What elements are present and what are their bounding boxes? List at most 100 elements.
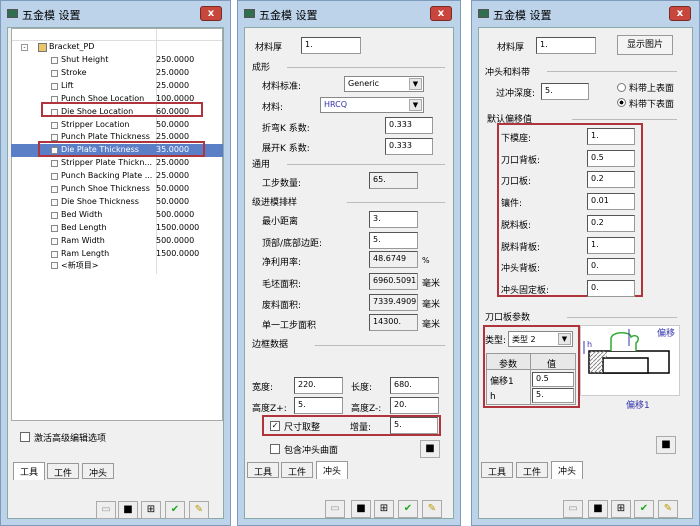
- save-button[interactable]: ■: [588, 500, 608, 518]
- height-zplus-input[interactable]: 5.: [294, 397, 343, 414]
- tab-tool[interactable]: 工具: [13, 462, 46, 480]
- tab-punch[interactable]: 冲头: [551, 461, 584, 479]
- divider: [315, 345, 445, 346]
- settings-button[interactable]: ⊞: [611, 500, 631, 518]
- overpunch-input[interactable]: 5.: [541, 83, 589, 100]
- tree-row[interactable]: Ram Width 500.0000: [11, 235, 223, 248]
- offset-input[interactable]: 1.: [587, 236, 635, 254]
- param-value: 25.0000: [156, 171, 190, 181]
- new-item-row[interactable]: <新项目>: [11, 259, 223, 272]
- divider: [347, 202, 445, 203]
- param-value: 500.0000: [156, 209, 195, 219]
- unfold-k-input[interactable]: 0.333: [385, 138, 433, 155]
- material-select[interactable]: HRCQ ▼: [320, 97, 424, 113]
- save-button[interactable]: ■: [118, 501, 138, 519]
- increment-input[interactable]: 5.: [390, 417, 438, 434]
- settings-button[interactable]: ⊞: [141, 501, 161, 519]
- tree-row[interactable]: Stripper Location 50.0000: [11, 119, 223, 132]
- cancel-button[interactable]: ✎: [189, 501, 209, 519]
- tree-row[interactable]: Bed Length 1500.0000: [11, 222, 223, 235]
- unit-label: 毫米: [422, 300, 441, 310]
- show-image-button[interactable]: 显示图片: [617, 35, 673, 55]
- offset-input[interactable]: 0.5: [587, 149, 635, 167]
- length-input[interactable]: 680.: [390, 377, 439, 394]
- save-button[interactable]: ■: [351, 500, 371, 518]
- offset-input[interactable]: 0.01: [587, 193, 635, 211]
- settings-button[interactable]: ⊞: [374, 500, 394, 518]
- tree-row[interactable]: Die Shoe Thickness 50.0000: [11, 196, 223, 209]
- die-params-section: 刀口板参数: [485, 313, 531, 323]
- cancel-button[interactable]: ✎: [658, 500, 678, 518]
- tab-workpiece[interactable]: 工件: [47, 463, 80, 479]
- min-distance-input[interactable]: 3.: [369, 211, 418, 228]
- tree-row[interactable]: Shut Height 250.0000: [11, 54, 223, 67]
- tab-workpiece[interactable]: 工件: [281, 462, 314, 478]
- offset-input[interactable]: 0.2: [587, 171, 635, 189]
- tree-row[interactable]: Punch Shoe Thickness 50.0000: [11, 183, 223, 196]
- ok-button[interactable]: ✔: [398, 500, 418, 518]
- close-button[interactable]: x: [200, 6, 222, 21]
- open-button[interactable]: ▭: [96, 501, 116, 519]
- width-input[interactable]: 220.: [294, 377, 343, 394]
- column-header-param: 参数: [499, 360, 518, 370]
- save-settings-button[interactable]: ■: [420, 440, 440, 458]
- strip-bottom-radio[interactable]: [617, 98, 626, 107]
- material-value: HRCQ: [324, 100, 348, 109]
- material-std-label: 材料标准:: [262, 82, 302, 92]
- height-zminus-label: 高度Z-:: [351, 404, 382, 414]
- parameter-icon: [51, 198, 58, 206]
- strip-top-radio[interactable]: [617, 83, 626, 92]
- thickness-input[interactable]: 1.: [536, 37, 596, 54]
- tree-row[interactable]: Lift 25.0000: [11, 80, 223, 93]
- advanced-edit-label: 激活高级编辑选项: [34, 434, 107, 444]
- window-title: 五金模 设置: [493, 9, 552, 22]
- tab-workpiece[interactable]: 工件: [516, 462, 549, 478]
- material-std-select[interactable]: Generic ▼: [344, 76, 424, 92]
- step-area-value: 14300.: [369, 314, 418, 331]
- tree-row[interactable]: Stroke 25.0000: [11, 67, 223, 80]
- include-punch-surface-label: 包含冲头曲面: [284, 446, 339, 456]
- param-name: Shut Height: [61, 55, 109, 64]
- tree-row[interactable]: Bed Width 500.0000: [11, 209, 223, 222]
- ok-button[interactable]: ✔: [634, 500, 654, 518]
- die-diagram: h 偏移: [580, 325, 680, 396]
- divider: [567, 317, 677, 318]
- param-value-input[interactable]: 5.: [532, 388, 574, 403]
- column-header-value: 值: [547, 360, 557, 370]
- param-value-input[interactable]: 0.5: [532, 372, 574, 387]
- include-punch-surface-checkbox[interactable]: [270, 444, 280, 454]
- open-button[interactable]: ▭: [325, 500, 345, 518]
- tab-tool[interactable]: 工具: [247, 462, 280, 478]
- offset-input[interactable]: 0.: [587, 258, 635, 276]
- tree-root[interactable]: - Bracket_PD: [11, 41, 223, 54]
- offset-label: 冲头固定板:: [501, 285, 550, 296]
- bend-k-input[interactable]: 0.333: [385, 117, 433, 134]
- collapse-icon[interactable]: -: [21, 44, 28, 51]
- margin-input[interactable]: 5.: [369, 232, 418, 249]
- save-settings-button[interactable]: ■: [656, 436, 676, 454]
- tab-punch[interactable]: 冲头: [82, 463, 115, 479]
- close-button[interactable]: x: [430, 6, 452, 21]
- type-select[interactable]: 类型 2 ▼: [508, 331, 573, 347]
- type-value: 类型 2: [512, 335, 536, 344]
- offset-input[interactable]: 1.: [587, 128, 635, 145]
- thickness-input[interactable]: 1.: [301, 37, 361, 54]
- close-button[interactable]: x: [669, 6, 691, 21]
- tree-row[interactable]: Stripper Plate Thickn... 25.0000: [11, 157, 223, 170]
- round-size-checkbox[interactable]: ✓: [270, 421, 280, 431]
- offset-input[interactable]: 0.2: [587, 214, 635, 232]
- height-zminus-input[interactable]: 20.: [390, 397, 439, 414]
- tab-punch[interactable]: 冲头: [316, 461, 349, 479]
- ok-button[interactable]: ✔: [165, 501, 185, 519]
- tab-tool[interactable]: 工具: [481, 462, 514, 478]
- open-button[interactable]: ▭: [563, 500, 583, 518]
- window-title: 五金模 设置: [22, 9, 81, 22]
- overpunch-label: 过冲深度:: [496, 89, 536, 99]
- scrap-area-label: 废料面积:: [262, 301, 302, 311]
- param-name: Stripper Plate Thickn...: [61, 158, 153, 168]
- param-name: Ram Width: [61, 235, 105, 245]
- cancel-button[interactable]: ✎: [422, 500, 442, 518]
- tree-row[interactable]: Punch Backing Plate ... 25.0000: [11, 170, 223, 183]
- offset-input[interactable]: 0.: [587, 279, 635, 297]
- advanced-edit-checkbox[interactable]: [20, 432, 30, 442]
